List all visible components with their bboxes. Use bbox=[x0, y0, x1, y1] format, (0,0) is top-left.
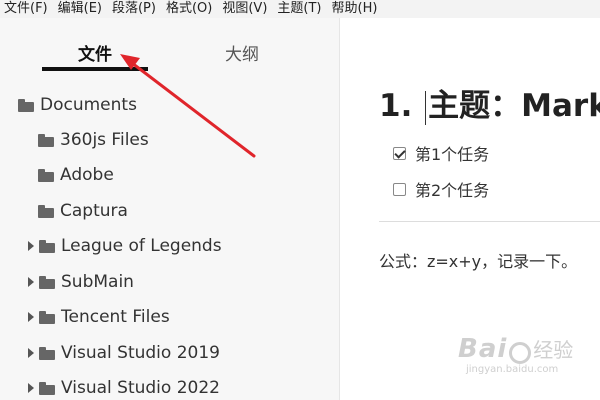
task-checkbox-checked[interactable] bbox=[393, 146, 406, 160]
menu-bar: 文件(F) 编辑(E) 段落(P) 格式(O) 视图(V) 主题(T) 帮助(H… bbox=[0, 0, 600, 18]
expand-caret-icon[interactable] bbox=[26, 239, 36, 253]
menu-view[interactable]: 视图(V) bbox=[222, 0, 267, 18]
active-tab-indicator bbox=[42, 67, 148, 71]
folder-icon bbox=[39, 381, 55, 395]
folder-icon bbox=[38, 133, 54, 147]
folder-icon bbox=[39, 310, 55, 324]
tree-item-label: Visual Studio 2019 bbox=[61, 343, 220, 363]
tab-files[interactable]: 文件 bbox=[78, 40, 112, 65]
tree-item-label: SubMain bbox=[61, 272, 134, 292]
task-label: 第2个任务 bbox=[415, 181, 490, 200]
watermark-url: jingyan.baidu.com bbox=[466, 364, 559, 375]
task-checkbox-unchecked[interactable] bbox=[393, 182, 406, 196]
expand-caret-icon[interactable] bbox=[26, 381, 36, 395]
tree-item-visual-studio-2022[interactable]: Visual Studio 2022 bbox=[26, 373, 220, 400]
heading-1[interactable]: 1. 主题：Markdown bbox=[379, 80, 600, 125]
baidu-watermark: Bai 经验 jingyan.baidu.com bbox=[458, 334, 598, 398]
menu-paragraph[interactable]: 段落(P) bbox=[112, 0, 156, 18]
folder-icon bbox=[39, 239, 55, 253]
folder-icon bbox=[39, 275, 55, 289]
watermark-suffix: 经验 bbox=[533, 338, 574, 362]
heading-number: 1. bbox=[379, 88, 413, 124]
sidebar-tabs: 文件 大纲 bbox=[0, 18, 339, 72]
tree-item-label: Visual Studio 2022 bbox=[61, 378, 220, 398]
tree-item-label: 360js Files bbox=[60, 130, 149, 150]
file-sidebar: 文件 大纲 Documents 360js Files Adobe Captur… bbox=[0, 18, 340, 400]
task-item-2[interactable]: 第2个任务 bbox=[393, 177, 489, 201]
watermark-logo-text: Bai bbox=[458, 334, 508, 364]
folder-icon bbox=[39, 346, 55, 360]
menu-help[interactable]: 帮助(H) bbox=[332, 0, 378, 18]
tree-item-360js-files[interactable]: 360js Files bbox=[38, 125, 149, 155]
tree-item-captura[interactable]: Captura bbox=[38, 196, 128, 226]
tree-item-label: Adobe bbox=[60, 165, 114, 185]
tree-item-tencent-files[interactable]: Tencent Files bbox=[26, 302, 170, 332]
tree-item-label: League of Legends bbox=[61, 236, 222, 256]
tree-item-submain[interactable]: SubMain bbox=[26, 267, 134, 297]
tab-outline[interactable]: 大纲 bbox=[225, 40, 259, 65]
tree-item-visual-studio-2019[interactable]: Visual Studio 2019 bbox=[26, 338, 220, 368]
tree-item-label: Documents bbox=[40, 95, 137, 115]
baidu-paw-icon bbox=[509, 341, 532, 364]
text-cursor bbox=[425, 90, 427, 125]
folder-icon bbox=[38, 204, 54, 218]
expand-caret-icon[interactable] bbox=[26, 346, 36, 360]
horizontal-rule bbox=[379, 221, 600, 222]
folder-icon bbox=[38, 168, 54, 182]
formula-paragraph[interactable]: 公式：z=x+y，记录一下。 bbox=[379, 248, 577, 272]
tree-item-label: Captura bbox=[60, 201, 128, 221]
task-item-1[interactable]: 第1个任务 bbox=[393, 141, 489, 165]
tree-item-league-of-legends[interactable]: League of Legends bbox=[26, 231, 222, 261]
menu-format[interactable]: 格式(O) bbox=[166, 0, 212, 18]
menu-file[interactable]: 文件(F) bbox=[4, 0, 48, 18]
tree-item-adobe[interactable]: Adobe bbox=[38, 160, 114, 190]
menu-theme[interactable]: 主题(T) bbox=[277, 0, 321, 18]
expand-caret-icon[interactable] bbox=[26, 310, 36, 324]
heading-text: 主题：Markdown bbox=[428, 88, 600, 124]
expand-caret-icon[interactable] bbox=[26, 275, 36, 289]
folder-icon bbox=[18, 98, 34, 112]
tree-item-label: Tencent Files bbox=[61, 307, 170, 327]
task-label: 第1个任务 bbox=[415, 145, 490, 164]
tree-item-documents[interactable]: Documents bbox=[18, 90, 137, 120]
menu-edit[interactable]: 编辑(E) bbox=[58, 0, 102, 18]
